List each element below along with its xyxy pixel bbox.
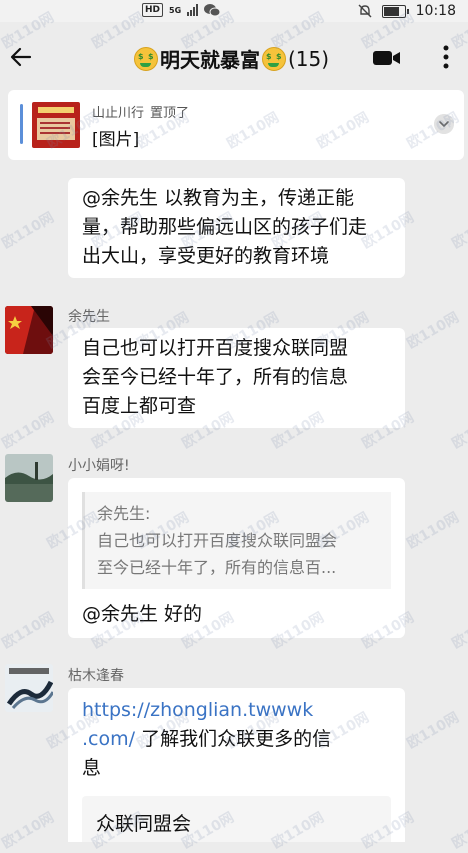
network-type: 5G — [169, 5, 182, 15]
quoted-message[interactable]: 余先生: 自己也可以打开百度搜众联同盟会 至今已经十年了，所有的信息百... — [82, 492, 391, 589]
message-text: @余先生 好的 — [82, 603, 203, 625]
money-face-emoji: $ $ — [134, 46, 158, 71]
quote-line: 自己也可以打开百度搜众联同盟会 — [97, 531, 338, 550]
sender-name: 小小娟呀! — [68, 458, 130, 474]
avatar[interactable] — [5, 454, 53, 502]
signal-icon — [187, 4, 199, 16]
message-line: 自己也可以打开百度搜众联同盟 — [82, 337, 349, 359]
chat-title: $ $ 明天就暴富 $ $ (15) — [134, 44, 329, 73]
message-text: 息 — [82, 757, 102, 779]
card-title: 众联同盟会 — [96, 813, 192, 835]
member-count: (15) — [288, 46, 330, 71]
pinned-message[interactable]: 山止川行 置顶了 [图片] — [8, 90, 464, 160]
quote-line: 至今已经十年了，所有的信息百... — [97, 558, 337, 577]
message-bubble[interactable]: 余先生: 自己也可以打开百度搜众联同盟会 至今已经十年了，所有的信息百... @… — [68, 478, 405, 638]
status-bar: HD 5G 10:18 — [0, 0, 468, 22]
pinned-content: [图片] — [92, 130, 140, 150]
avatar-image — [5, 454, 53, 502]
status-left: HD 5G — [142, 3, 221, 17]
message-bubble[interactable]: https://zhonglian.twwwk .com/ 了解我们众联更多的信… — [68, 688, 405, 842]
avatar-image — [5, 664, 53, 712]
pinned-status: 置顶了 — [150, 106, 190, 121]
chat-header: $ $ 明天就暴富 $ $ (15) — [0, 22, 468, 90]
pinned-indicator — [20, 104, 23, 144]
avatar[interactable] — [5, 664, 53, 712]
money-face-emoji: $ $ — [262, 46, 286, 71]
pinned-thumbnail[interactable] — [32, 102, 80, 148]
hd-badge: HD — [142, 3, 164, 17]
sender-name: 枯木逢春 — [68, 668, 124, 684]
pinned-meta: 山止川行 置顶了 — [92, 102, 189, 121]
avatar-image — [5, 306, 53, 354]
clock: 10:18 — [415, 3, 456, 19]
message-bubble[interactable]: 自己也可以打开百度搜众联同盟 会至今已经十年了，所有的信息 百度上都可查 — [68, 328, 405, 428]
back-arrow-icon[interactable] — [8, 44, 34, 70]
status-right: 10:18 — [358, 3, 456, 19]
battery-icon — [381, 4, 409, 18]
mute-icon — [358, 4, 372, 18]
chat-area[interactable]: @余先生 以教育为主，传递正能 量，帮助那些偏远山区的孩子们走 出大山，享受更好… — [0, 160, 468, 842]
link-preview-card[interactable]: 众联同盟会 — [82, 796, 391, 842]
quote-sender: 余先生: — [97, 504, 151, 523]
group-name: 明天就暴富 — [160, 48, 260, 72]
message-line: 出大山，享受更好的教育环境 — [82, 245, 330, 267]
message-link[interactable]: .com/ — [82, 728, 135, 750]
message-line: 百度上都可查 — [82, 395, 197, 417]
message-line: @余先生 以教育为主，传递正能 — [82, 187, 355, 209]
message-link[interactable]: https://zhonglian.twwwk — [82, 699, 313, 721]
avatar[interactable] — [5, 306, 53, 354]
video-call-icon[interactable] — [372, 48, 402, 68]
wechat-icon — [204, 3, 221, 16]
chevron-down-icon[interactable] — [434, 114, 454, 134]
pinned-author: 山止川行 — [92, 106, 145, 121]
message-text: 了解我们众联更多的信 — [141, 728, 332, 750]
message-line: 量，帮助那些偏远山区的孩子们走 — [82, 216, 368, 238]
message-bubble[interactable]: @余先生 以教育为主，传递正能 量，帮助那些偏远山区的孩子们走 出大山，享受更好… — [68, 178, 405, 278]
message-line: 会至今已经十年了，所有的信息 — [82, 366, 349, 388]
sender-name: 余先生 — [68, 309, 110, 325]
more-icon[interactable] — [436, 42, 456, 72]
